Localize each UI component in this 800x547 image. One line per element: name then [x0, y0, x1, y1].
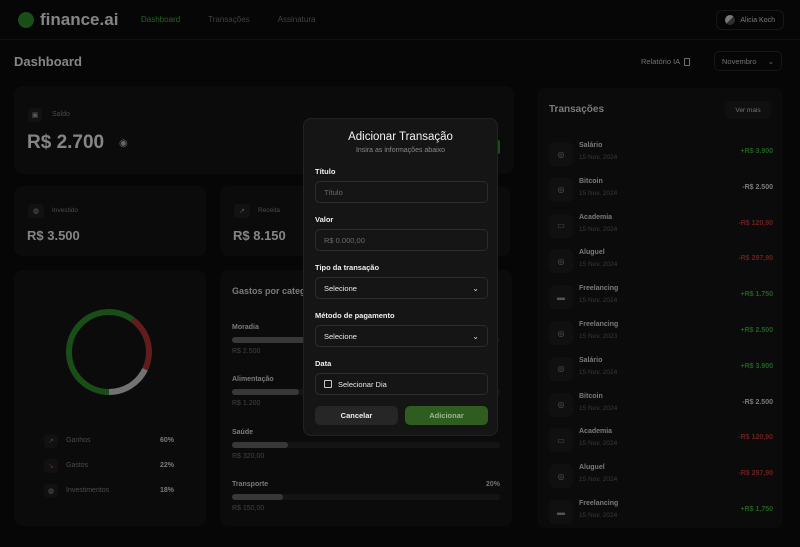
add-button[interactable]: Adicionar — [405, 406, 488, 425]
date-label: Data — [315, 359, 332, 368]
title-label: Título — [315, 167, 336, 176]
value-input[interactable] — [324, 235, 479, 245]
chevron-down-icon: ⌄ — [472, 331, 479, 341]
date-value: Selecionar Dia — [338, 379, 387, 389]
date-picker-button[interactable]: Selecionar Dia — [315, 373, 488, 395]
type-label: Tipo da transação — [315, 263, 380, 272]
value-label: Valor — [315, 215, 334, 224]
cancel-button[interactable]: Cancelar — [315, 406, 398, 425]
transaction-type-select[interactable]: Selecione ⌄ — [315, 277, 488, 299]
title-input[interactable] — [324, 187, 479, 197]
payment-method-select[interactable]: Selecione ⌄ — [315, 325, 488, 347]
payment-method-value: Selecione — [324, 331, 357, 341]
payment-method-label: Método de pagamento — [315, 311, 395, 320]
dialog-title: Adicionar Transação — [348, 131, 453, 143]
transaction-type-value: Selecione — [324, 283, 357, 293]
calendar-icon — [324, 380, 332, 388]
dialog-subtitle: Insira as informações abaixo — [355, 147, 446, 154]
add-transaction-dialog: Adicionar Transação Insira as informaçõe… — [303, 118, 498, 436]
value-field-wrapper — [315, 229, 488, 251]
chevron-down-icon: ⌄ — [472, 283, 479, 293]
title-field-wrapper — [315, 181, 488, 203]
